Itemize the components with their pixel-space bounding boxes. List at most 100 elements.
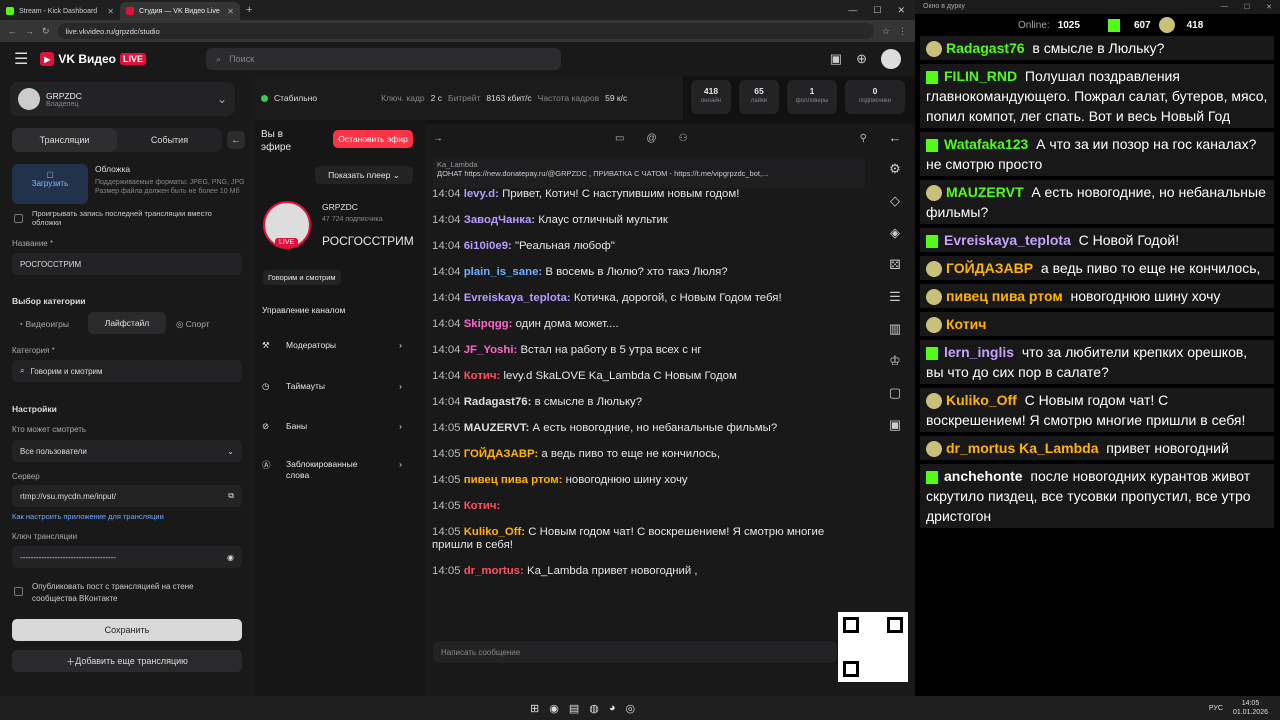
- browser-tab-vk[interactable]: Студия — VK Видео Live ✕: [120, 2, 240, 20]
- tab-events[interactable]: События: [117, 128, 222, 152]
- kick-favicon-icon: [6, 7, 14, 15]
- menu-moderators[interactable]: ⚒ Модераторы ›: [262, 340, 402, 351]
- stream-key-field[interactable]: ------------------------------------ ◉: [12, 546, 242, 568]
- category-tab-games[interactable]: ◔ Видеоигры: [18, 319, 69, 329]
- show-player-button[interactable]: Показать плеер ⌄: [315, 166, 413, 184]
- forward-icon[interactable]: →: [25, 26, 34, 36]
- vk-logo[interactable]: ▶ VK Видео LIVE: [40, 52, 147, 66]
- menu-blocked-words[interactable]: Ⓐ Заблокированные слова ›: [262, 459, 402, 481]
- tab-broadcasts[interactable]: Трансляции: [12, 128, 117, 152]
- new-tab-icon[interactable]: +: [240, 4, 258, 16]
- message-username[interactable]: Котич:: [464, 370, 501, 382]
- list-icon[interactable]: ☰: [889, 289, 901, 305]
- tab-label: Видеоигры: [25, 319, 70, 329]
- who-can-watch-select[interactable]: Все пользователи ⌄: [12, 440, 242, 462]
- chrome-icon[interactable]: ◉: [549, 702, 559, 715]
- avatar[interactable]: [881, 49, 901, 69]
- message-username[interactable]: пивец пива ртом:: [464, 474, 563, 486]
- replay-checkbox[interactable]: [14, 214, 23, 223]
- stop-stream-button[interactable]: Остановить эфир: [333, 130, 413, 148]
- stat-label: лайки: [750, 98, 768, 104]
- maximize-icon[interactable]: ☐: [1244, 3, 1250, 11]
- back-icon[interactable]: ←: [8, 26, 17, 36]
- chat-message: 14:04 ЗаводЧанка: Клаус отличный мультик: [432, 214, 868, 227]
- eye-icon[interactable]: ◉: [227, 553, 234, 562]
- channel-selector[interactable]: GRPZDC Владелец ⌄: [10, 82, 235, 116]
- chat-message-list: 14:04 levy.d: Привет, Котич! С наступивш…: [432, 188, 868, 591]
- message-text: один дома может....: [515, 318, 619, 330]
- message-username[interactable]: Котич:: [464, 500, 501, 512]
- category-tab-sport[interactable]: ◎ Спорт: [176, 319, 210, 330]
- category-tab-lifestyle[interactable]: Лайфстайл: [88, 312, 166, 334]
- mention-icon[interactable]: @: [647, 133, 657, 144]
- category-input[interactable]: ⌕ Говорим и смотрим: [12, 360, 242, 382]
- message-username[interactable]: Radagast76:: [464, 396, 532, 408]
- menu-dots-icon[interactable]: ⋮: [898, 26, 907, 37]
- message-username[interactable]: JF_Yoshi:: [464, 344, 518, 356]
- users-icon[interactable]: ⚇: [679, 133, 688, 144]
- back-icon[interactable]: ←: [889, 130, 902, 145]
- obs-icon[interactable]: ◎: [626, 702, 636, 715]
- overlay-message: dr_mortus Ka_Lambda привет новогодний: [920, 436, 1274, 460]
- stream-title: РОСГОССТРИМ: [322, 234, 414, 248]
- copy-icon[interactable]: ⧉: [228, 491, 234, 501]
- chat-input[interactable]: Написать сообщение: [433, 641, 837, 663]
- notifications-icon[interactable]: ▣: [830, 51, 842, 67]
- search-input[interactable]: ⌕ Поиск: [206, 48, 562, 70]
- settings-icon[interactable]: ⚙: [889, 161, 901, 177]
- close-icon[interactable]: ✕: [227, 7, 234, 16]
- publish-post-checkbox[interactable]: [14, 587, 23, 596]
- collapse-button[interactable]: ←: [227, 131, 245, 149]
- menu-burger-icon[interactable]: ☰: [14, 49, 28, 69]
- close-icon[interactable]: ✕: [107, 7, 114, 16]
- minimize-icon[interactable]: —: [1221, 3, 1228, 11]
- minimize-icon[interactable]: —: [848, 5, 857, 16]
- message-username[interactable]: 6i10i0e9:: [464, 240, 512, 252]
- steam-icon[interactable]: ◍: [589, 702, 599, 715]
- message-username[interactable]: Evreiskaya_teplota:: [464, 292, 571, 304]
- maximize-icon[interactable]: ☐: [873, 5, 881, 16]
- close-window-icon[interactable]: ✕: [897, 5, 905, 16]
- title-input[interactable]: РОСГОССТРИМ: [12, 253, 242, 275]
- gem-icon[interactable]: ◈: [890, 225, 900, 241]
- message-username[interactable]: plain_is_sane:: [464, 266, 543, 278]
- chat-bubble-icon[interactable]: ▭: [615, 133, 624, 144]
- bitrate-value: 8163 кбит/с: [486, 93, 532, 103]
- menu-timeouts[interactable]: ◷ Таймауты ›: [262, 381, 402, 392]
- overlay-message: Evreiskaya_teplota С Новой Годой!: [920, 228, 1274, 252]
- chart-icon[interactable]: ▥: [889, 321, 901, 337]
- browser-tab-kick[interactable]: Stream - Kick Dashboard ✕: [0, 2, 120, 20]
- category-tag[interactable]: Говорим и смотрим: [263, 270, 341, 285]
- setup-help-link[interactable]: Как настроить приложение для трансляции: [12, 512, 164, 521]
- message-username[interactable]: ГОЙДАЗАВР:: [464, 448, 539, 460]
- pin-icon[interactable]: ⚲: [860, 133, 867, 144]
- message-username[interactable]: ЗаводЧанка:: [464, 214, 535, 226]
- play-logo-icon: ▶: [40, 52, 55, 66]
- message-username[interactable]: levy.d:: [464, 188, 499, 200]
- cover-upload-button[interactable]: ▢ Загрузить: [12, 164, 88, 204]
- spotify-icon[interactable]: ◕: [609, 702, 616, 715]
- reload-icon[interactable]: ↻: [42, 26, 50, 37]
- server-field[interactable]: rtmp://vsu.mycdn.me/input/ ⧉: [12, 485, 242, 507]
- language-indicator[interactable]: РУС: [1209, 705, 1223, 712]
- message-username[interactable]: dr_mortus:: [464, 565, 524, 577]
- menu-bans[interactable]: ⊘ Баны ›: [262, 421, 402, 432]
- diamond-icon[interactable]: ◇: [890, 193, 900, 209]
- add-icon[interactable]: ⊕: [856, 51, 867, 67]
- clip-icon[interactable]: ▣: [889, 417, 901, 433]
- status-state: Стабильно: [274, 93, 318, 103]
- expand-icon[interactable]: →: [433, 133, 443, 144]
- chat-icon[interactable]: ▢: [889, 385, 901, 401]
- windows-start-icon[interactable]: ⊞: [530, 702, 539, 715]
- message-username[interactable]: Skipqgg:: [464, 318, 513, 330]
- star-icon[interactable]: ☆: [882, 26, 890, 37]
- close-window-icon[interactable]: ✕: [1266, 3, 1272, 11]
- add-broadcast-button[interactable]: ＋ Добавить еще трансляцию: [12, 650, 242, 672]
- folder-icon[interactable]: ▤: [569, 702, 579, 715]
- message-username[interactable]: Kuliko_Off:: [464, 526, 525, 538]
- trophy-icon[interactable]: ♔: [889, 353, 901, 369]
- message-username[interactable]: MAUZERVT:: [464, 422, 530, 434]
- url-field[interactable]: live.vkvideo.ru/grpzdc/studio: [57, 23, 874, 39]
- save-button[interactable]: Сохранить: [12, 619, 242, 641]
- dice-icon[interactable]: ⚄: [889, 257, 900, 273]
